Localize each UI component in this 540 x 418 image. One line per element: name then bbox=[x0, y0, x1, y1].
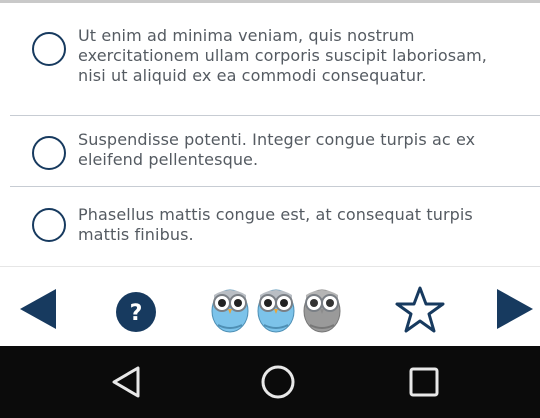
nav-home-button[interactable] bbox=[258, 362, 298, 402]
owl-icon bbox=[211, 289, 249, 333]
owls-icon bbox=[211, 289, 341, 333]
radio-button[interactable] bbox=[32, 32, 66, 66]
recent-apps-icon bbox=[409, 367, 439, 397]
star-outline-icon bbox=[395, 286, 445, 333]
answer-option-1[interactable]: Ut enim ad minima veniam, quis nostrum e… bbox=[10, 3, 540, 116]
previous-button[interactable] bbox=[18, 287, 58, 331]
owl-icon bbox=[257, 289, 295, 333]
help-label: ? bbox=[130, 301, 143, 326]
nav-recent-apps-button[interactable] bbox=[404, 362, 444, 402]
back-icon bbox=[112, 366, 140, 398]
triangle-right-icon bbox=[497, 289, 533, 329]
help-button[interactable]: ? bbox=[115, 291, 157, 333]
answer-option-3[interactable]: Phasellus mattis congue est, at consequa… bbox=[10, 187, 540, 266]
favorite-button[interactable] bbox=[395, 285, 445, 335]
nav-back-button[interactable] bbox=[108, 362, 148, 402]
bottom-toolbar: ? bbox=[0, 266, 540, 347]
answer-option-text: Suspendisse potenti. Integer congue turp… bbox=[78, 130, 476, 169]
home-icon bbox=[261, 365, 295, 399]
answer-option-2[interactable]: Suspendisse potenti. Integer congue turp… bbox=[10, 116, 540, 187]
answer-options-list: Ut enim ad minima veniam, quis nostrum e… bbox=[10, 3, 540, 266]
owl-icon bbox=[303, 289, 341, 333]
radio-button[interactable] bbox=[32, 208, 66, 242]
radio-button[interactable] bbox=[32, 136, 66, 170]
answer-option-text: Ut enim ad minima veniam, quis nostrum e… bbox=[78, 26, 487, 85]
help-icon: ? bbox=[116, 292, 156, 332]
next-button[interactable] bbox=[495, 287, 535, 331]
answer-option-text: Phasellus mattis congue est, at consequa… bbox=[78, 205, 473, 244]
owl-lifelines bbox=[208, 281, 348, 335]
triangle-left-icon bbox=[20, 289, 56, 329]
android-navigation-bar bbox=[0, 346, 540, 418]
